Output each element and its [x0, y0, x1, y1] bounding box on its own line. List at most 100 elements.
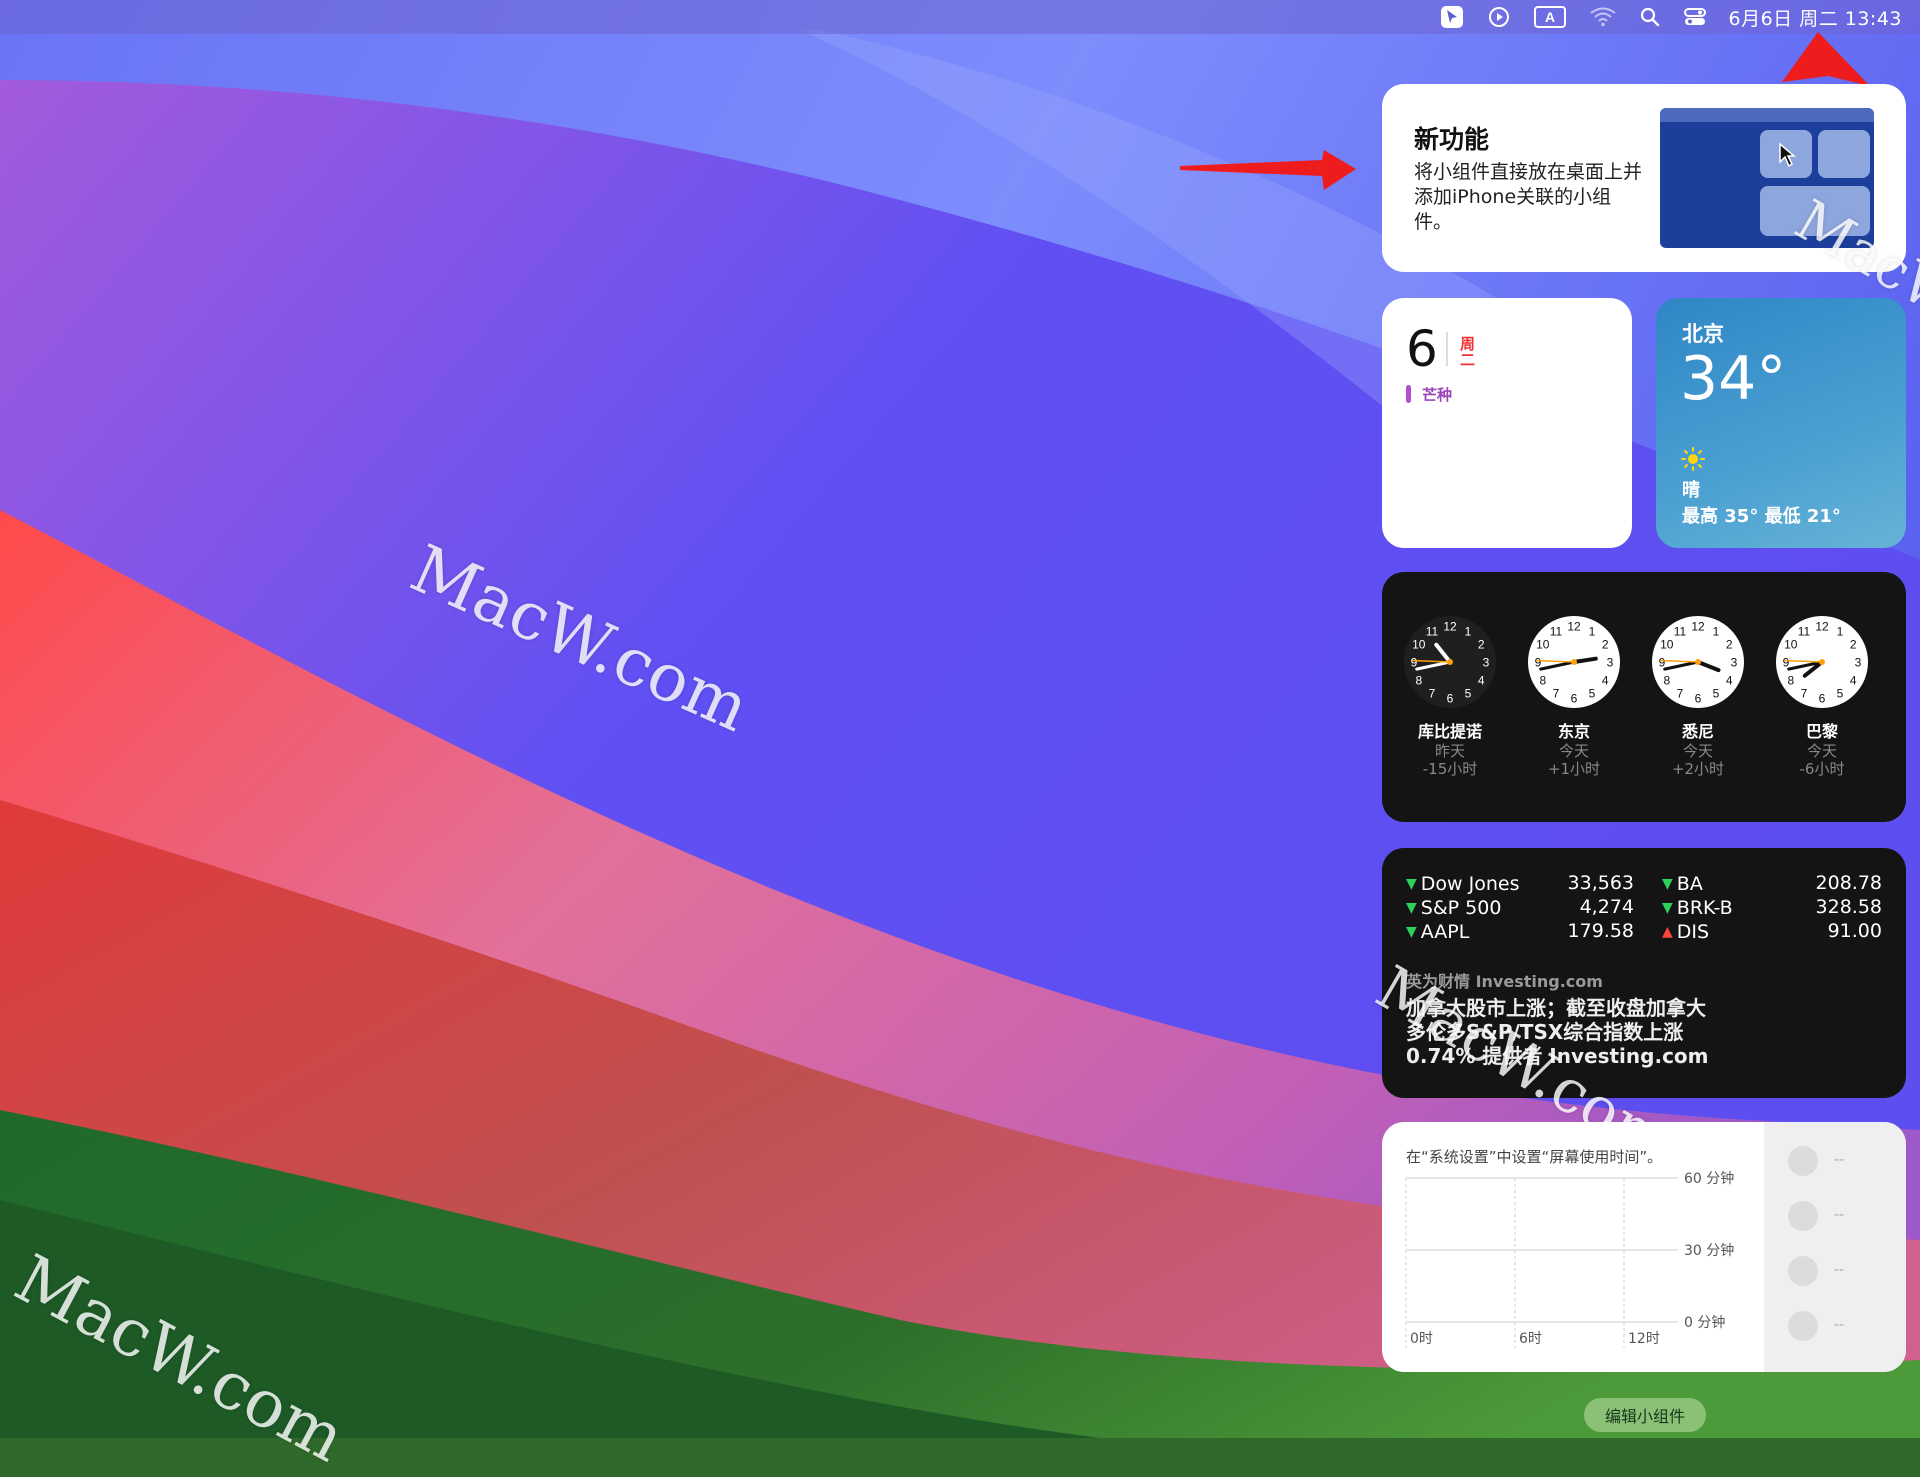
clock-numeral: 4	[1726, 674, 1733, 688]
clock-numeral: 9	[1535, 656, 1542, 670]
clock-day: 今天	[1682, 742, 1713, 760]
calendar-day-number: 6	[1406, 320, 1438, 378]
clock-numeral: 3	[1855, 656, 1862, 670]
wifi-icon[interactable]	[1590, 7, 1617, 27]
clock-numeral: 12	[1691, 620, 1705, 634]
clock-numeral: 1	[1465, 624, 1472, 638]
stock-row: ▲ DIS	[1662, 920, 1709, 944]
preview-tile	[1818, 130, 1870, 178]
clock-numeral: 6	[1695, 692, 1702, 706]
edit-widgets-button[interactable]: 编辑小组件	[1584, 1398, 1706, 1432]
clock-center	[1571, 659, 1577, 665]
clock-center	[1695, 659, 1701, 665]
screen-time-widget[interactable]: 在“系统设置”中设置“屏幕使用时间”。 60 分钟 30 分钟 0 分钟 0时 …	[1382, 1122, 1906, 1372]
stock-value: 208.78	[1815, 872, 1882, 894]
weather-condition: 晴	[1682, 480, 1700, 501]
clock-numeral: 8	[1787, 674, 1794, 688]
clock-numeral: 2	[1478, 638, 1485, 652]
preview-window-bar	[1660, 108, 1874, 122]
pointer-icon	[1779, 142, 1796, 168]
clock-numeral: 2	[1850, 638, 1857, 652]
widget-description: 将小组件直接放在桌面上并添加iPhone关联的小组件。	[1414, 161, 1643, 233]
stock-arrow-icon: ▼	[1406, 876, 1417, 892]
clock-numeral: 10	[1660, 638, 1674, 652]
x-axis-label: 6时	[1519, 1331, 1542, 1347]
control-center-icon[interactable]	[1684, 7, 1707, 27]
clock-center	[1819, 659, 1825, 665]
clock-numeral: 10	[1412, 638, 1426, 652]
stock-value: 91.00	[1827, 920, 1882, 942]
y-axis-label: 60 分钟	[1684, 1171, 1735, 1187]
stock-arrow-icon: ▼	[1406, 924, 1417, 940]
clock-numeral: 3	[1731, 656, 1738, 670]
menubar-datetime[interactable]: 6月6日 周二 13:43	[1728, 4, 1902, 31]
clock-offset: -15小时	[1422, 760, 1478, 778]
stock-value: 179.58	[1567, 920, 1634, 942]
clock-numeral: 7	[1677, 687, 1684, 701]
clock-numeral: 5	[1713, 687, 1720, 701]
stock-name: AAPL	[1420, 921, 1470, 943]
play-circle-icon[interactable]	[1488, 6, 1510, 28]
clock-numeral: 12	[1443, 620, 1457, 634]
stock-name: Dow Jones	[1420, 873, 1520, 895]
event-color-bar	[1406, 385, 1411, 403]
stock-row: ▼ Dow Jones	[1406, 872, 1519, 896]
clock-numeral: 1	[1837, 624, 1844, 638]
stock-value: 33,563	[1567, 872, 1634, 894]
app-icon-placeholder	[1788, 1146, 1818, 1176]
clock-item: 1 2 3 4 5 6 7 8 9 10 11 12 东京 今天 +1小时	[1514, 614, 1634, 778]
world-clock-widget[interactable]: 1 2 3 4 5 6 7 8 9 10 11 12 库比提诺 昨天 -15小时 1234567891…	[1382, 572, 1906, 822]
clock-numeral: 8	[1539, 674, 1546, 688]
stock-name: BRK-B	[1676, 897, 1733, 919]
clock-numeral: 5	[1465, 687, 1472, 701]
app-icon-placeholder	[1788, 1256, 1818, 1286]
stock-name: S&P 500	[1420, 897, 1502, 919]
usage-placeholder: --	[1834, 1207, 1845, 1223]
clock-numeral: 4	[1602, 674, 1609, 688]
clock-numeral: 11	[1674, 624, 1687, 638]
weather-temperature: 34°	[1680, 344, 1787, 414]
weather-widget[interactable]: 北京 34° 晴 最高 35° 最低 21°	[1656, 298, 1906, 548]
clock-city: 巴黎	[1805, 722, 1838, 741]
cursor-app-icon[interactable]	[1440, 5, 1464, 29]
y-axis-label: 30 分钟	[1684, 1243, 1735, 1259]
clock-numeral: 9	[1411, 656, 1418, 670]
clock-item: 1 2 3 4 5 6 7 8 9 10 11 12 库比提诺 昨天 -15小时	[1390, 614, 1510, 778]
clock-offset: +2小时	[1671, 760, 1725, 778]
weather-high-low: 最高 35° 最低 21°	[1682, 506, 1841, 527]
divider	[1446, 332, 1448, 366]
clock-numeral: 10	[1536, 638, 1550, 652]
clock-numeral: 5	[1589, 687, 1596, 701]
usage-placeholder: --	[1834, 1152, 1845, 1168]
svg-text:A: A	[1545, 9, 1555, 25]
clock-numeral: 9	[1659, 656, 1666, 670]
clock-face: 1234567891011 12	[1528, 616, 1620, 708]
clock-day: 今天	[1558, 742, 1589, 760]
widget-title: 新功能	[1414, 125, 1490, 154]
clock-numeral: 9	[1783, 656, 1790, 670]
stock-row: ▼ BA	[1662, 872, 1703, 896]
stock-arrow-icon: ▼	[1662, 900, 1673, 916]
calendar-widget[interactable]: 6 周二 芒种	[1382, 298, 1632, 548]
stock-row: ▼ AAPL	[1406, 920, 1469, 944]
clock-day: 昨天	[1434, 742, 1465, 760]
clock-numeral: 10	[1784, 638, 1798, 652]
clock-item: 1 2 3 4 5 6 7 8 9 10 11 12 巴黎 今天 -6小时	[1762, 614, 1882, 778]
stock-arrow-icon: ▼	[1406, 900, 1417, 916]
clock-numeral: 6	[1819, 692, 1826, 706]
clock-numeral: 3	[1607, 656, 1614, 670]
clock-item: 1 2 3 4 5 6 7 8 9 10 11 12 悉尼 今天 +2小时	[1638, 614, 1758, 778]
calendar-weekday: 周二	[1460, 335, 1476, 369]
search-icon[interactable]	[1640, 7, 1660, 27]
clock-city: 东京	[1557, 722, 1590, 741]
clock-numeral: 12	[1567, 620, 1581, 634]
usage-placeholder: --	[1834, 1317, 1845, 1333]
stock-value: 4,274	[1579, 896, 1634, 918]
clock-numeral: 8	[1663, 674, 1670, 688]
app-icon-placeholder	[1788, 1311, 1818, 1341]
clock-numeral: 2	[1602, 638, 1609, 652]
clock-offset: +1小时	[1547, 760, 1601, 778]
input-source-a-icon[interactable]: A	[1534, 6, 1567, 28]
y-axis-label: 0 分钟	[1684, 1315, 1726, 1331]
clock-numeral: 12	[1815, 620, 1829, 634]
